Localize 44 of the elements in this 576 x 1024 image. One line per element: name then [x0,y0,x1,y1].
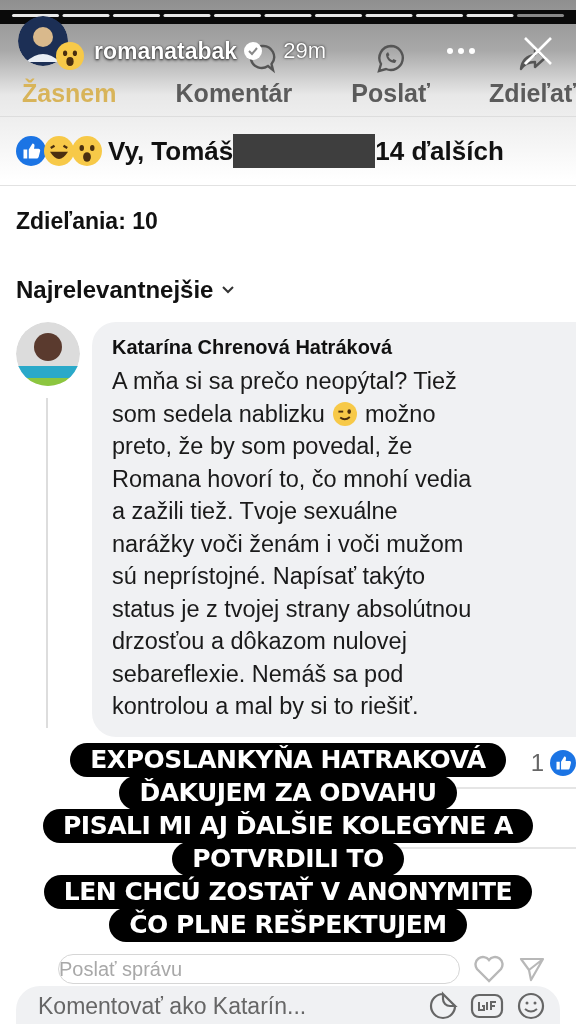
caption-text: EXPOSLANKYŇA HATRAKOVÁ [70,743,506,777]
comment-text: kontrolou a mal by si to riešiť. [112,692,419,721]
comment-text: som sedela nablizku [112,399,325,429]
caption-text: PISALI MI AJ ĎALŠIE KOLEGYNE A [43,809,533,843]
caption-text: POTVRDILI TO [172,842,404,876]
message-field[interactable]: Poslať správu [58,954,460,984]
like-count: 1 [530,748,544,777]
winking-emoji-icon [332,401,357,426]
comment-text: možno [364,399,436,429]
caption-text: ĎAKUJEM ZA ODVAHU [119,776,457,810]
close-icon[interactable] [522,35,554,67]
comment-text: preto, že by som povedal, že [112,432,413,461]
wow-emoji-icon [72,136,102,166]
comment-text: Romana hovorí to, čo mnohí vedia [112,464,472,494]
action-button[interactable]: Zdieľať [489,79,576,108]
sticker-icon[interactable] [428,991,458,1021]
comment-text: status je z tvojej strany absolútnou [112,594,472,624]
chevron-down-icon[interactable] [221,285,236,295]
shares-count[interactable]: Zdieľania: 10 [0,186,576,256]
comment-text: a zažili tiež. Tvoje sexuálne [112,497,398,526]
action-button[interactable]: Poslať [351,79,430,108]
reactions-count[interactable]: 14 ďalších [375,135,504,167]
caption-text: ČO PLNE REŠPEKTUJEM [109,908,467,942]
comment-field[interactable]: Komentovať ako Katarín... [16,986,560,1024]
sort-label[interactable]: Najrelevantnejšie [16,276,214,304]
reactions-text[interactable]: Vy, Tomáš [108,135,234,167]
comment-author[interactable]: Katarína Chrenová Hatráková [112,336,564,359]
phone-bubble-icon [375,43,406,75]
laughing-emoji-icon [44,136,74,166]
post-time: 29m [283,38,326,64]
action-button[interactable]: Komentár [175,79,293,108]
caption-text: LEN CHCÚ ZOSTAŤ V ANONYMITE [43,875,533,909]
comment-text: narážky voči ženám i voči mužom [112,529,464,559]
avatar[interactable] [16,322,80,386]
comment-text: sú neprístojné. Napísať takýto [112,562,426,591]
smiley-icon[interactable] [516,991,546,1021]
comment-text: sebareflexie. Nemáš sa pod [112,659,404,689]
gif-icon[interactable] [470,992,504,1020]
like-icon [16,136,46,166]
comment-text: A mňa si sa prečo neopýtal? Tiež [112,367,457,396]
comment-text: drzosťou a dôkazom nulovej [112,627,407,656]
wow-emoji-icon [56,42,84,70]
comment-input[interactable]: Komentovať ako Katarín... [36,991,416,1021]
like-icon [550,749,576,776]
